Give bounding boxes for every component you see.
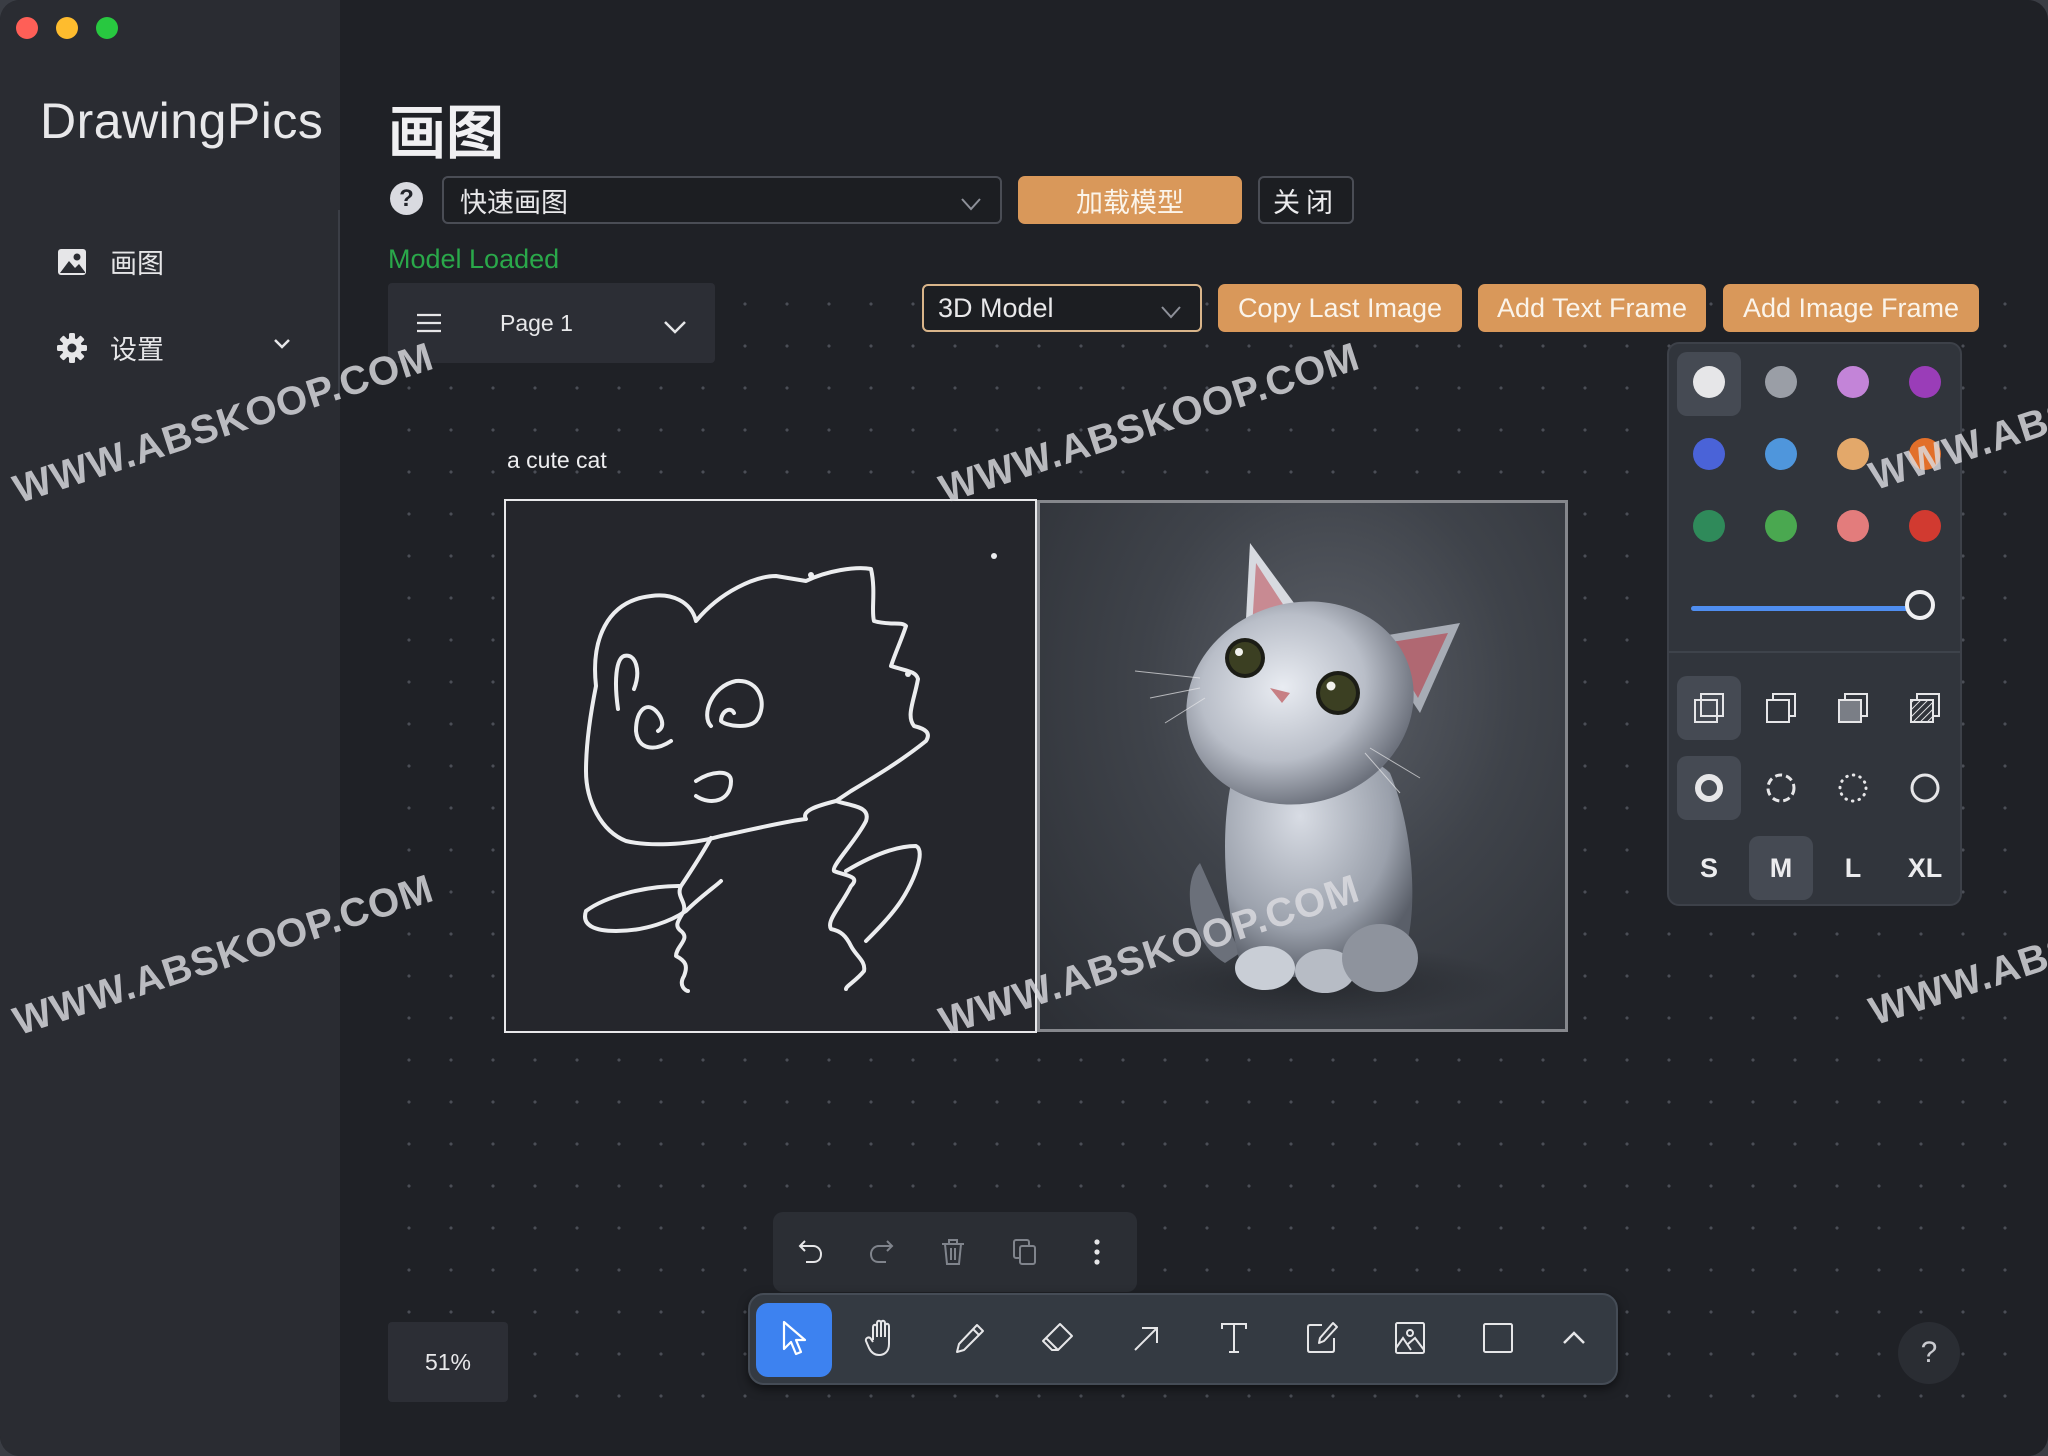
tool-draw[interactable] — [932, 1303, 1008, 1377]
style-panel: S M L XL — [1667, 342, 1962, 906]
mode-select[interactable]: 快速画图 — [442, 176, 1002, 224]
tool-note[interactable] — [1284, 1303, 1360, 1377]
menu-icon[interactable] — [416, 312, 444, 334]
opacity-slider-track[interactable] — [1691, 606, 1921, 611]
tool-rectangle[interactable] — [1460, 1303, 1536, 1377]
sidebar-item-draw[interactable]: 画图 — [56, 242, 164, 281]
panel-divider — [1669, 651, 1960, 653]
tool-asset[interactable] — [1372, 1303, 1448, 1377]
image-icon — [56, 246, 88, 278]
fill-pattern-icon[interactable] — [1900, 683, 1950, 733]
pointer-icon — [778, 1319, 810, 1362]
opacity-slider-thumb[interactable] — [1905, 590, 1935, 620]
trash-icon[interactable] — [935, 1234, 971, 1270]
color-swatch-light-green[interactable] — [1765, 510, 1797, 542]
model-select[interactable]: 3D Model — [922, 284, 1202, 332]
eraser-icon — [1040, 1320, 1076, 1361]
arrow-icon — [1130, 1322, 1162, 1359]
chevron-down-icon[interactable] — [272, 334, 292, 354]
tool-text[interactable] — [1196, 1303, 1272, 1377]
note-icon — [1304, 1320, 1340, 1361]
generated-cat-image — [1110, 543, 1510, 1023]
dash-solid-icon[interactable] — [1900, 763, 1950, 813]
chevron-down-icon — [958, 190, 984, 211]
size-m-button[interactable]: M — [1749, 836, 1813, 900]
gear-icon — [56, 332, 88, 364]
size-l-button[interactable]: L — [1821, 836, 1885, 900]
model-select-value: 3D Model — [938, 292, 1054, 323]
copy-last-image-button[interactable]: Copy Last Image — [1218, 284, 1462, 332]
color-swatch-violet[interactable] — [1909, 366, 1941, 398]
sidebar-divider — [338, 210, 340, 395]
chevron-down-icon — [1158, 298, 1184, 319]
size-s-button[interactable]: S — [1677, 836, 1741, 900]
color-swatch-green[interactable] — [1693, 510, 1725, 542]
mode-select-value: 快速画图 — [460, 187, 568, 218]
color-swatch-light-red[interactable] — [1837, 510, 1869, 542]
tool-arrow[interactable] — [1108, 1303, 1184, 1377]
dash-dotted-icon[interactable] — [1828, 763, 1878, 813]
actions-bar — [773, 1212, 1137, 1292]
window-close-button[interactable] — [16, 17, 38, 39]
app-title: DrawingPics — [40, 93, 324, 149]
color-swatch-grey[interactable] — [1765, 366, 1797, 398]
sidebar-item-label: 画图 — [110, 249, 164, 279]
dash-dashed-icon[interactable] — [1756, 763, 1806, 813]
window-minimize-button[interactable] — [56, 17, 78, 39]
help-icon[interactable]: ? — [390, 182, 423, 215]
page-name: Page 1 — [500, 309, 573, 336]
color-swatch-light-blue[interactable] — [1765, 438, 1797, 470]
chevron-up-icon — [1561, 1329, 1587, 1352]
fill-solid-icon[interactable] — [1828, 683, 1878, 733]
load-model-button[interactable]: 加载模型 — [1018, 176, 1242, 224]
rectangle-icon — [1481, 1321, 1515, 1360]
tool-hand[interactable] — [844, 1303, 920, 1377]
sketch-drawing — [583, 553, 997, 993]
redo-icon[interactable] — [863, 1234, 899, 1270]
size-xl-button[interactable]: XL — [1893, 836, 1957, 900]
more-vertical-icon[interactable] — [1079, 1234, 1115, 1270]
generated-image-frame[interactable] — [1037, 500, 1568, 1032]
main-toolbar — [748, 1293, 1618, 1385]
color-swatch-blue[interactable] — [1693, 438, 1725, 470]
dash-draw-icon[interactable] — [1684, 763, 1734, 813]
fill-none-icon[interactable] — [1684, 683, 1734, 733]
hand-icon — [863, 1318, 901, 1363]
help-button[interactable]: ? — [1898, 1322, 1960, 1384]
sidebar: DrawingPics 画图 设置 — [0, 0, 340, 1456]
add-text-frame-button[interactable]: Add Text Frame — [1478, 284, 1706, 332]
zoom-level[interactable]: 51% — [388, 1322, 508, 1402]
sidebar-item-settings[interactable]: 设置 — [56, 328, 164, 367]
window-maximize-button[interactable] — [96, 17, 118, 39]
fill-semi-icon[interactable] — [1756, 683, 1806, 733]
color-swatch-yellow[interactable] — [1837, 438, 1869, 470]
page-title: 画图 — [388, 101, 505, 166]
tool-select[interactable] — [756, 1303, 832, 1377]
tool-eraser[interactable] — [1020, 1303, 1096, 1377]
model-status: Model Loaded — [388, 244, 560, 274]
frame-label[interactable]: a cute cat — [507, 447, 607, 474]
duplicate-icon[interactable] — [1007, 1234, 1043, 1270]
page-selector[interactable]: Page 1 — [388, 283, 715, 363]
close-model-button[interactable]: 关闭 — [1258, 176, 1354, 224]
color-swatch-white[interactable] — [1693, 366, 1725, 398]
color-swatch-red[interactable] — [1909, 510, 1941, 542]
sketch-frame[interactable] — [504, 499, 1037, 1033]
color-swatch-light-violet[interactable] — [1837, 366, 1869, 398]
text-icon — [1219, 1321, 1249, 1360]
chevron-down-icon[interactable] — [663, 314, 687, 334]
app-window: DrawingPics 画图 设置 画图 ? 快速画图 加载模型 关闭 Mode… — [0, 0, 2048, 1456]
sidebar-item-label: 设置 — [110, 335, 164, 365]
tool-more[interactable] — [1536, 1303, 1612, 1377]
undo-icon[interactable] — [793, 1234, 829, 1270]
image-icon — [1393, 1320, 1427, 1361]
color-swatch-orange[interactable] — [1909, 438, 1941, 470]
pencil-icon — [953, 1321, 987, 1360]
add-image-frame-button[interactable]: Add Image Frame — [1723, 284, 1979, 332]
